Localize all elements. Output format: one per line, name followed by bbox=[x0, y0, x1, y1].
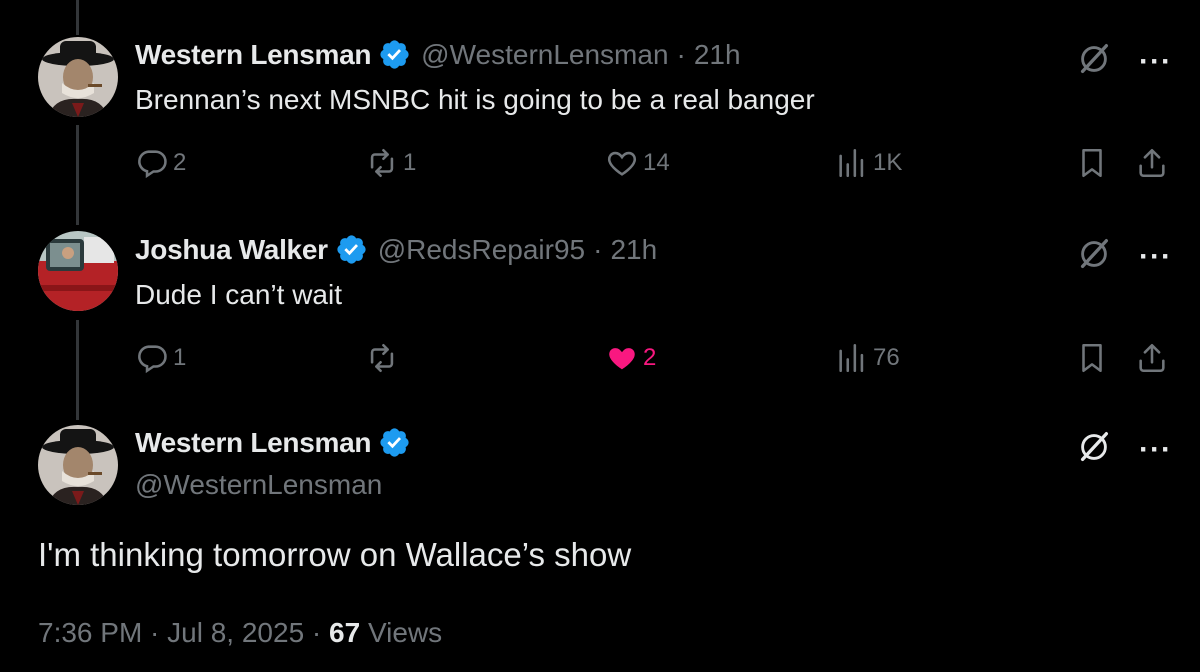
avatar[interactable] bbox=[38, 37, 118, 117]
heart-filled-icon bbox=[609, 348, 635, 370]
views-button[interactable]: 1K bbox=[835, 146, 902, 180]
like-count: 14 bbox=[643, 149, 670, 176]
share-button[interactable] bbox=[1135, 341, 1169, 375]
display-name[interactable]: Western Lensman bbox=[135, 39, 371, 71]
tweet-text: Dude I can’t wait bbox=[135, 279, 342, 310]
display-name[interactable]: Joshua Walker bbox=[135, 234, 328, 266]
display-name[interactable]: Western Lensman bbox=[135, 427, 371, 459]
reply-button[interactable]: 1 bbox=[135, 341, 186, 375]
views-label: Views bbox=[360, 617, 443, 648]
main-tweet-text: I'm thinking tomorrow on Wallace’s show bbox=[38, 536, 632, 573]
tweet-header: Western Lensman @WesternLensman · 21h bbox=[135, 38, 741, 71]
more-options-icon[interactable]: ··· bbox=[1139, 46, 1172, 76]
bookmark-button[interactable] bbox=[1075, 341, 1109, 375]
main-tweet-header: Western Lensman bbox=[135, 426, 411, 459]
tweet-top-icons: ··· bbox=[1075, 40, 1172, 83]
separator: · bbox=[593, 233, 603, 265]
tweet-actions: 1 2 76 bbox=[135, 341, 1175, 381]
retweet-icon bbox=[370, 343, 394, 373]
bookmark-button[interactable] bbox=[1075, 146, 1109, 180]
handle[interactable]: @WesternLensman bbox=[135, 469, 382, 501]
views-icon bbox=[839, 343, 864, 373]
thread-line-1 bbox=[76, 125, 79, 225]
like-button[interactable]: 14 bbox=[605, 146, 670, 180]
timestamp[interactable]: 7:36 PM · Jul 8, 2025 · bbox=[38, 617, 329, 648]
retweet-count: 1 bbox=[403, 149, 417, 176]
tweet-actions: 2 1 14 1K bbox=[135, 146, 1175, 186]
views-count: 76 bbox=[873, 344, 900, 371]
verified-badge-icon bbox=[335, 233, 368, 266]
tweet-header: Joshua Walker @RedsRepair95 · 21h bbox=[135, 233, 657, 266]
reply-count: 1 bbox=[173, 344, 187, 371]
views-count: 67 bbox=[329, 617, 361, 648]
tweet-text: Brennan’s next MSNBC hit is going to be … bbox=[135, 84, 815, 115]
handle[interactable]: @WesternLensman bbox=[421, 39, 668, 71]
retweet-button[interactable] bbox=[365, 341, 399, 375]
thread-line-2 bbox=[76, 320, 79, 420]
reply-icon bbox=[138, 150, 167, 179]
views-icon bbox=[839, 148, 864, 178]
avatar[interactable] bbox=[38, 425, 118, 505]
retweet-icon bbox=[370, 148, 394, 178]
share-icon bbox=[1139, 343, 1165, 373]
retweet-button[interactable]: 1 bbox=[365, 146, 416, 180]
timestamp[interactable]: 21h bbox=[694, 39, 741, 71]
verified-badge-icon bbox=[378, 426, 411, 459]
bookmark-icon bbox=[1082, 343, 1102, 373]
like-button[interactable]: 2 bbox=[605, 341, 656, 375]
views-count: 1K bbox=[873, 149, 903, 176]
more-options-icon[interactable]: ··· bbox=[1139, 434, 1172, 464]
more-options-icon[interactable]: ··· bbox=[1139, 241, 1172, 271]
views-button[interactable]: 76 bbox=[835, 341, 900, 375]
share-icon bbox=[1139, 148, 1165, 178]
grok-icon[interactable] bbox=[1075, 235, 1113, 278]
thread-line-top bbox=[76, 0, 79, 35]
timestamp[interactable]: 21h bbox=[610, 234, 657, 266]
share-button[interactable] bbox=[1135, 146, 1169, 180]
like-count: 2 bbox=[643, 344, 657, 371]
separator: · bbox=[676, 38, 686, 70]
tweet-top-icons: ··· bbox=[1075, 428, 1172, 471]
heart-icon bbox=[607, 151, 637, 176]
avatar[interactable] bbox=[38, 231, 118, 311]
reply-icon bbox=[138, 345, 167, 374]
reply-button[interactable]: 2 bbox=[135, 146, 186, 180]
tweet-top-icons: ··· bbox=[1075, 235, 1172, 278]
tweet-meta: 7:36 PM · Jul 8, 2025 · 67 Views bbox=[38, 617, 442, 649]
grok-icon[interactable] bbox=[1075, 428, 1113, 471]
reply-count: 2 bbox=[173, 149, 187, 176]
grok-icon[interactable] bbox=[1075, 40, 1113, 83]
bookmark-icon bbox=[1082, 148, 1102, 178]
handle[interactable]: @RedsRepair95 bbox=[378, 234, 585, 266]
verified-badge-icon bbox=[378, 38, 411, 71]
